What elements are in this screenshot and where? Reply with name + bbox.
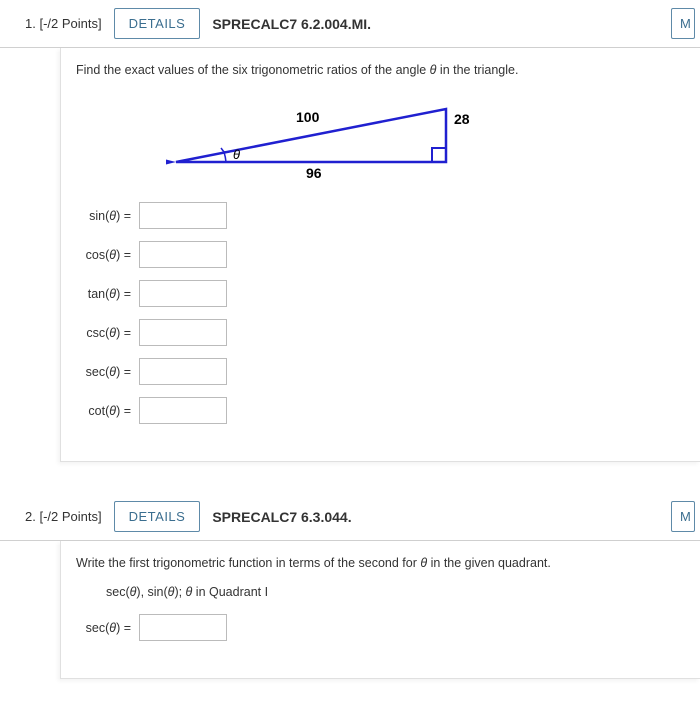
question-2: 2. [-/2 Points] DETAILS SPRECALC7 6.3.04… bbox=[0, 493, 700, 680]
ratio-row-tan: tan(θ) = bbox=[76, 280, 685, 307]
right-button[interactable]: M bbox=[671, 501, 695, 532]
question-prompt: Write the first trigonometric function i… bbox=[76, 556, 685, 570]
question-header: 1. [-/2 Points] DETAILS SPRECALC7 6.2.00… bbox=[0, 0, 700, 48]
question-number: 1. [-/2 Points] bbox=[25, 16, 102, 31]
ratio-label: cos(θ) = bbox=[76, 248, 131, 262]
cot-input[interactable] bbox=[139, 397, 227, 424]
answer-row: sec(θ) = bbox=[76, 614, 685, 641]
triangle-figure: 100 96 28 θ bbox=[166, 92, 486, 182]
assignment-code: SPRECALC7 6.2.004.MI. bbox=[212, 16, 371, 32]
cos-input[interactable] bbox=[139, 241, 227, 268]
ratio-row-sin: sin(θ) = bbox=[76, 202, 685, 229]
sec-answer-input[interactable] bbox=[139, 614, 227, 641]
svg-text:100: 100 bbox=[296, 109, 320, 125]
question-body: Write the first trigonometric function i… bbox=[60, 541, 700, 679]
details-button[interactable]: DETAILS bbox=[114, 8, 201, 39]
question-prompt: Find the exact values of the six trigono… bbox=[76, 63, 685, 77]
given-expression: sec(θ), sin(θ); θ in Quadrant I bbox=[106, 585, 685, 599]
ratio-row-sec: sec(θ) = bbox=[76, 358, 685, 385]
ratio-row-csc: csc(θ) = bbox=[76, 319, 685, 346]
tan-input[interactable] bbox=[139, 280, 227, 307]
sin-input[interactable] bbox=[139, 202, 227, 229]
assignment-code: SPRECALC7 6.3.044. bbox=[212, 509, 351, 525]
ratio-row-cot: cot(θ) = bbox=[76, 397, 685, 424]
ratio-label: tan(θ) = bbox=[76, 287, 131, 301]
svg-text:28: 28 bbox=[454, 111, 470, 127]
svg-text:θ: θ bbox=[233, 147, 240, 162]
ratio-label: sec(θ) = bbox=[76, 365, 131, 379]
question-1: 1. [-/2 Points] DETAILS SPRECALC7 6.2.00… bbox=[0, 0, 700, 463]
csc-input[interactable] bbox=[139, 319, 227, 346]
answer-label: sec(θ) = bbox=[76, 621, 131, 635]
sec-input[interactable] bbox=[139, 358, 227, 385]
ratio-label: sin(θ) = bbox=[76, 209, 131, 223]
question-body: Find the exact values of the six trigono… bbox=[60, 48, 700, 462]
question-header: 2. [-/2 Points] DETAILS SPRECALC7 6.3.04… bbox=[0, 493, 700, 541]
right-button[interactable]: M bbox=[671, 8, 695, 39]
ratio-row-cos: cos(θ) = bbox=[76, 241, 685, 268]
question-number: 2. [-/2 Points] bbox=[25, 509, 102, 524]
ratio-label: csc(θ) = bbox=[76, 326, 131, 340]
details-button[interactable]: DETAILS bbox=[114, 501, 201, 532]
ratio-label: cot(θ) = bbox=[76, 404, 131, 418]
svg-text:96: 96 bbox=[306, 165, 322, 181]
